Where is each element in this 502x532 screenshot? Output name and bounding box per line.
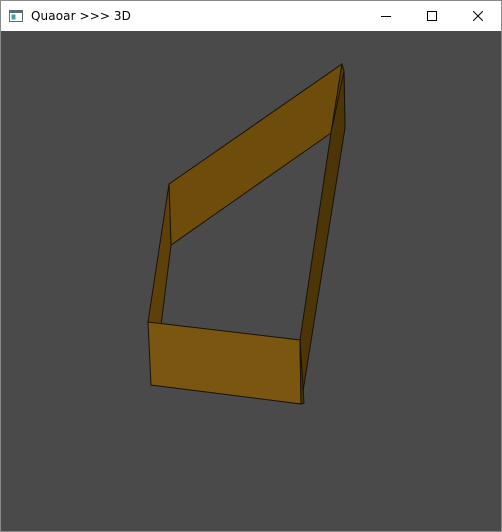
- maximize-icon: [427, 11, 437, 21]
- 3d-viewport[interactable]: [1, 31, 501, 531]
- maximize-button[interactable]: [409, 1, 455, 31]
- front-wall-face: [147, 321, 302, 405]
- minimize-button[interactable]: [363, 1, 409, 31]
- close-icon: [473, 11, 483, 21]
- left-wall-face: [147, 183, 172, 326]
- 3d-scene[interactable]: [1, 31, 501, 531]
- top-wall-face: [168, 62, 343, 246]
- window-title: Quaoar >>> 3D: [31, 9, 132, 23]
- minimize-icon: [381, 16, 391, 17]
- app-window-icon: [9, 10, 23, 22]
- title-bar[interactable]: Quaoar >>> 3D: [1, 1, 501, 31]
- close-button[interactable]: [455, 1, 501, 31]
- app-window: Quaoar >>> 3D: [0, 0, 502, 532]
